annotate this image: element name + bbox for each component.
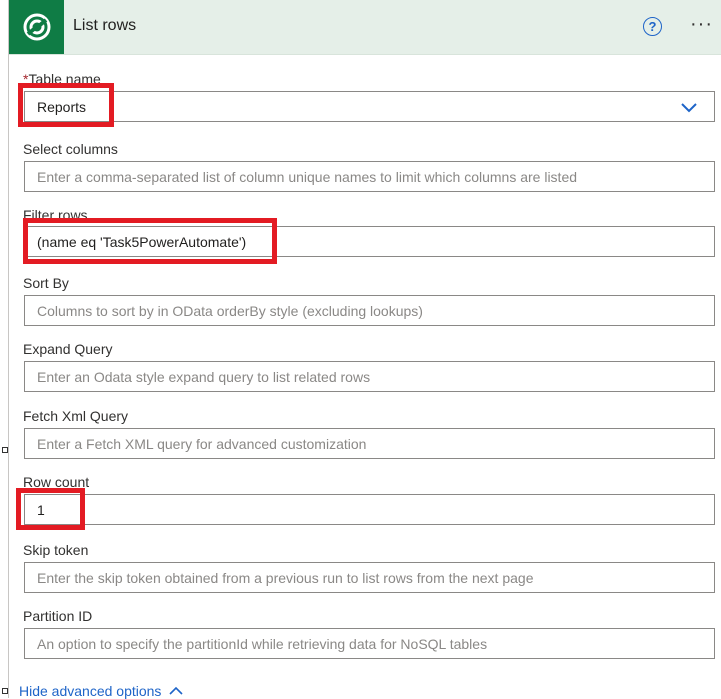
chevron-up-icon — [169, 686, 184, 695]
row-count-input[interactable]: 1 — [24, 494, 715, 525]
fetch-xml-placeholder: Enter a Fetch XML query for advanced cus… — [37, 435, 367, 452]
card-header[interactable]: List rows ? ··· — [9, 0, 721, 55]
table-name-label-text: Table name — [28, 71, 101, 87]
help-icon[interactable]: ? — [643, 17, 662, 36]
expand-query-placeholder: Enter an Odata style expand query to lis… — [37, 368, 371, 385]
fetch-xml-label: Fetch Xml Query — [23, 408, 129, 424]
sort-by-placeholder: Columns to sort by in OData orderBy styl… — [37, 302, 423, 319]
select-columns-placeholder: Enter a comma-separated list of column u… — [37, 168, 578, 185]
chevron-down-icon[interactable] — [680, 98, 698, 116]
fetch-xml-input[interactable]: Enter a Fetch XML query for advanced cus… — [24, 428, 715, 459]
partition-id-placeholder: An option to specify the partitionId whi… — [37, 635, 488, 652]
table-name-select[interactable]: Reports — [24, 91, 715, 122]
hide-advanced-options-label: Hide advanced options — [19, 683, 162, 699]
row-count-label: Row count — [23, 474, 90, 490]
skip-token-label: Skip token — [23, 542, 89, 558]
more-icon[interactable]: ··· — [690, 13, 713, 36]
table-name-label: *Table name — [23, 71, 101, 87]
sort-by-input[interactable]: Columns to sort by in OData orderBy styl… — [24, 295, 715, 326]
skip-token-input[interactable]: Enter the skip token obtained from a pre… — [24, 562, 715, 593]
row-count-value: 1 — [37, 501, 45, 518]
filter-rows-value: (name eq 'Task5PowerAutomate') — [37, 233, 247, 250]
filter-rows-input[interactable]: (name eq 'Task5PowerAutomate') — [24, 226, 715, 257]
sort-by-label: Sort By — [23, 275, 69, 291]
dataverse-logo-icon — [9, 0, 64, 54]
expand-query-input[interactable]: Enter an Odata style expand query to lis… — [24, 361, 715, 392]
hide-advanced-options-link[interactable]: Hide advanced options — [19, 683, 184, 699]
table-name-value: Reports — [37, 98, 87, 115]
select-columns-label: Select columns — [23, 141, 118, 157]
filter-rows-label: Filter rows — [23, 207, 88, 223]
action-title: List rows — [73, 17, 137, 34]
expand-query-label: Expand Query — [23, 341, 113, 357]
list-rows-action-card: List rows ? ··· *Table name Reports Sele… — [8, 0, 721, 699]
partition-id-label: Partition ID — [23, 608, 93, 624]
skip-token-placeholder: Enter the skip token obtained from a pre… — [37, 569, 534, 586]
select-columns-input[interactable]: Enter a comma-separated list of column u… — [24, 161, 715, 192]
partition-id-input[interactable]: An option to specify the partitionId whi… — [24, 628, 715, 659]
